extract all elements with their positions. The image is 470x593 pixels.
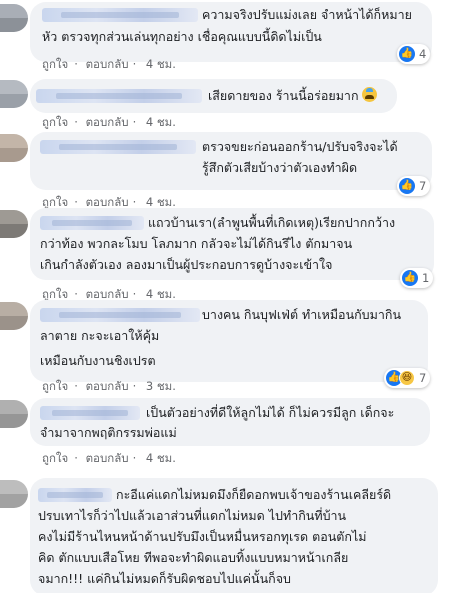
commenter-name-blurred[interactable]	[36, 89, 202, 103]
anxious-face-icon	[361, 87, 377, 102]
like-icon: 👍	[402, 270, 418, 286]
comment-timestamp[interactable]: 4 ชม.	[146, 450, 176, 468]
avatar[interactable]	[0, 302, 28, 330]
avatar[interactable]	[0, 134, 28, 162]
like-icon: 👍	[399, 46, 415, 62]
commenter-name-blurred[interactable]	[40, 140, 196, 154]
avatar[interactable]	[0, 80, 28, 108]
comment-actions: ถูกใจ · ตอบกลับ · 4 ชม.	[42, 114, 176, 132]
action-separator: ·	[74, 195, 78, 209]
action-separator: ·	[74, 451, 78, 465]
comment-bubble: เสียดายของ ร้านนี้อร่อยมาก	[30, 79, 397, 113]
commenter-name-blurred[interactable]	[40, 308, 200, 322]
comment-bubble: กะอีแค่แดกไม่หมดมึงก็ยืดอกพบเจ้าของร้านเ…	[30, 478, 438, 593]
haha-icon: 😆	[399, 370, 415, 386]
like-link[interactable]: ถูกใจ	[42, 450, 68, 468]
comment-text-line: จมาก!!! แค่กินไม่หมดก็รับผิดชอบไปแค่นั้น…	[38, 571, 291, 586]
like-link[interactable]: ถูกใจ	[42, 56, 68, 74]
comment-text-line: หัว ตรวจทุกส่วนเล่นทุกอย่าง เชื่อคุณแบบน…	[42, 29, 322, 44]
commenter-name-blurred[interactable]	[40, 406, 140, 420]
like-link[interactable]: ถูกใจ	[42, 378, 68, 396]
reaction-summary[interactable]: 👍 1	[400, 268, 434, 288]
action-separator: ·	[132, 115, 137, 129]
comment-bubble: ตรวจขยะก่อนออกร้าน/ปรับจริงจะได้ รู้สึกต…	[30, 132, 432, 190]
comment-text-line: บางคน กินบุฟเฟ่ต์ ทำเหมือนกับมากิน	[202, 307, 401, 322]
comment-timestamp[interactable]: 4 ชม.	[146, 56, 176, 74]
reaction-count: 1	[422, 271, 430, 285]
action-separator: ·	[132, 287, 137, 301]
comment-text-line: เกินกำลังตัวเอง ลองมาเป็นผู้ประกอบการดูบ…	[40, 257, 333, 272]
comment-text-line: เหมือนกับงานชิงเปรต	[40, 353, 156, 368]
action-separator: ·	[132, 379, 137, 393]
like-icon: 👍	[399, 178, 415, 194]
action-separator: ·	[74, 57, 78, 71]
reply-link[interactable]: ตอบกลับ	[86, 450, 129, 468]
comment-actions: ถูกใจ · ตอบกลับ · 4 ชม.	[42, 450, 176, 468]
reaction-count: 7	[419, 179, 427, 193]
comment-text-line: แถวบ้านเรา(ลำพูนพื้นที่เกิดเหตุ)เรียกปาก…	[148, 215, 396, 230]
reaction-summary[interactable]: 👍 😆 7	[384, 368, 431, 388]
comment-text-line: คิด ตักแบบเสือโหย ทีพอจะทำผิดแอบทิ้งแบบห…	[38, 550, 349, 565]
comment-text-line: รู้สึกตัวเสียบ้างว่าตัวเองทำผิด	[202, 160, 358, 175]
comment-actions: ถูกใจ · ตอบกลับ · 4 ชม.	[42, 56, 176, 74]
comment-text-line: กว่าท้อง พวกละโมบ โลภมาก กลัวจะไม่ได้กิน…	[40, 236, 353, 251]
like-link[interactable]: ถูกใจ	[42, 114, 68, 132]
comment-text-line: ความจริงปรับแม่งเลย จำหน้าได้ก็หมาย	[202, 7, 412, 22]
reaction-count: 4	[419, 47, 427, 61]
comment-text-line: ตรวจขยะก่อนออกร้าน/ปรับจริงจะได้	[202, 139, 398, 154]
comment-timestamp[interactable]: 4 ชม.	[146, 114, 176, 132]
action-separator: ·	[74, 287, 78, 301]
reply-link[interactable]: ตอบกลับ	[86, 378, 129, 396]
action-separator: ·	[132, 195, 137, 209]
avatar[interactable]	[0, 400, 28, 428]
action-separator: ·	[132, 451, 137, 465]
comment-text-line: เป็นตัวอย่างที่ดีให้ลูกไม่ได้ ก็ไม่ควรมี…	[146, 405, 395, 420]
comment-bubble: ความจริงปรับแม่งเลย จำหน้าได้ก็หมาย หัว …	[30, 2, 432, 62]
action-separator: ·	[132, 57, 137, 71]
comment-bubble: เป็นตัวอย่างที่ดีให้ลูกไม่ได้ ก็ไม่ควรมี…	[30, 398, 430, 446]
avatar[interactable]	[0, 210, 28, 238]
reaction-summary[interactable]: 👍 7	[397, 176, 431, 196]
comment-text-line: ลาตาย กะจะเอาให้คุ้ม	[40, 328, 160, 343]
commenter-name-blurred[interactable]	[42, 8, 198, 22]
reaction-summary[interactable]: 👍 4	[397, 44, 431, 64]
avatar[interactable]	[0, 4, 28, 32]
action-separator: ·	[74, 115, 78, 129]
comment-text-line: คงไม่มีร้านไหนหน้าด้านปรับมึงเป็นหมื่นหร…	[38, 529, 367, 544]
reaction-count: 7	[419, 371, 427, 385]
avatar[interactable]	[0, 480, 28, 508]
comment-bubble: แถวบ้านเรา(ลำพูนพื้นที่เกิดเหตุ)เรียกปาก…	[30, 208, 434, 280]
reply-link[interactable]: ตอบกลับ	[86, 114, 129, 132]
reply-link[interactable]: ตอบกลับ	[86, 56, 129, 74]
comment-text-line: กะอีแค่แดกไม่หมดมึงก็ยืดอกพบเจ้าของร้านเ…	[116, 487, 392, 502]
comment-text: เสียดายของ ร้านนี้อร่อยมาก	[208, 88, 359, 103]
comment-timestamp[interactable]: 3 ชม.	[146, 378, 176, 396]
comment-text-line: ปรบเทาไรก็ว่าไปแล้วเอาส่วนที่แดกไม่หมด ไ…	[38, 508, 347, 523]
comment-text-line: จำมาจากพฤติกรรมพ่อแม่	[40, 425, 177, 440]
comment-bubble: บางคน กินบุฟเฟ่ต์ ทำเหมือนกับมากิน ลาตาย…	[30, 300, 428, 382]
comment-text-line: เสียดายของ ร้านนี้อร่อยมาก	[208, 85, 377, 106]
commenter-name-blurred[interactable]	[40, 216, 144, 230]
comment-actions: ถูกใจ · ตอบกลับ · 3 ชม.	[42, 378, 176, 396]
commenter-name-blurred[interactable]	[38, 488, 112, 502]
action-separator: ·	[74, 379, 78, 393]
